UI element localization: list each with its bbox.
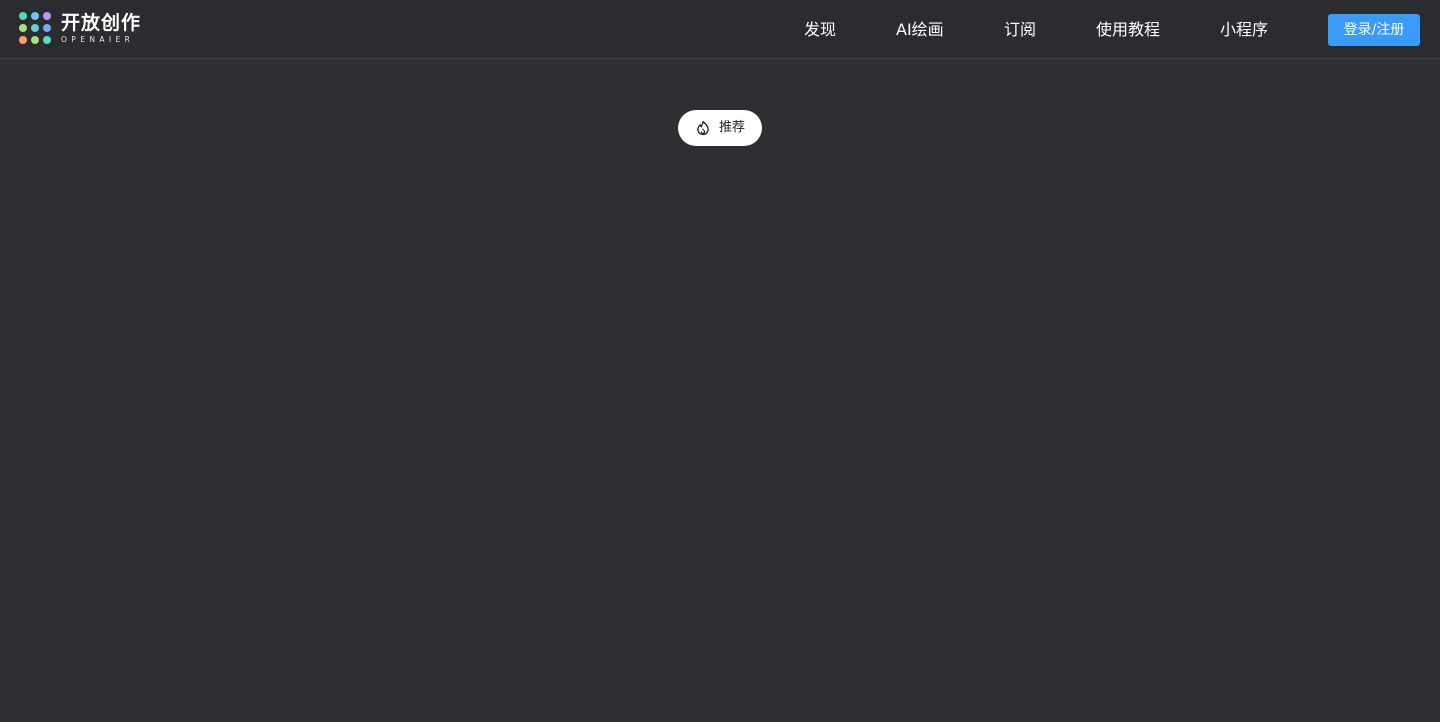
brand-text: 开放创作 OPENAIER: [61, 13, 141, 44]
logo-dot: [31, 36, 39, 44]
brand-logo[interactable]: 开放创作 OPENAIER: [19, 12, 141, 44]
nav-item-tutorial[interactable]: 使用教程: [1096, 19, 1160, 41]
login-register-button[interactable]: 登录/注册: [1328, 14, 1420, 46]
logo-dot: [43, 12, 51, 20]
nav-item-ai-drawing[interactable]: AI绘画: [896, 19, 944, 41]
top-header: 开放创作 OPENAIER 发现 AI绘画 订阅 使用教程 小程序 登录/注册: [0, 0, 1440, 59]
flame-icon: [697, 120, 709, 136]
brand-subtitle: OPENAIER: [61, 34, 135, 44]
logo-dot: [19, 36, 27, 44]
dot-grid-logo-icon: [19, 12, 51, 44]
nav-item-mini-program[interactable]: 小程序: [1220, 19, 1268, 41]
logo-dot: [43, 24, 51, 32]
logo-dot: [43, 36, 51, 44]
nav-item-subscribe[interactable]: 订阅: [1004, 19, 1036, 41]
tab-recommend[interactable]: 推荐: [678, 110, 762, 146]
nav-item-discover[interactable]: 发现: [804, 19, 836, 41]
tab-recommend-label: 推荐: [718, 120, 745, 135]
logo-dot: [19, 24, 27, 32]
brand-name: 开放创作: [61, 11, 142, 34]
logo-dot: [19, 12, 27, 20]
logo-dot: [31, 12, 39, 20]
logo-dot: [31, 24, 39, 32]
